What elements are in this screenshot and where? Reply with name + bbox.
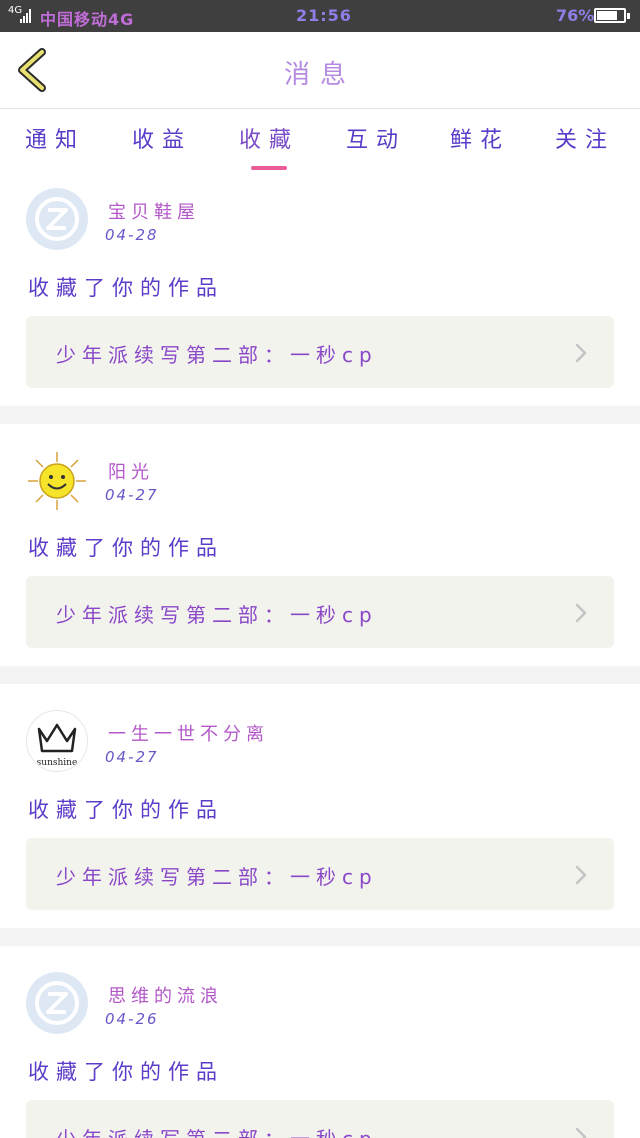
avatar-text: sunshine xyxy=(37,758,78,768)
work-link[interactable]: 少年派续写第二部：一秒cp xyxy=(26,316,614,388)
tab-label: 互动 xyxy=(345,128,406,153)
message-date: 04-27 xyxy=(105,486,159,504)
action-text: 收藏了你的作品 xyxy=(28,798,224,822)
divider xyxy=(0,928,640,946)
battery-icon xyxy=(594,8,630,23)
work-title: 少年派续写第二部：一秒cp xyxy=(56,343,378,367)
action-text: 收藏了你的作品 xyxy=(28,536,224,560)
list-item: sunshine 一生一世不分离 04-27 收藏了你的作品 少年派续写第二部：… xyxy=(0,684,640,928)
tab-notifications[interactable]: 通知 xyxy=(20,122,90,154)
tab-label: 收益 xyxy=(131,128,192,153)
signal-icon xyxy=(20,7,32,23)
chevron-right-icon xyxy=(575,865,587,885)
page-title: 消息 xyxy=(283,60,356,90)
tab-bar: 通知 收益 收藏 互动 鲜花 关注 xyxy=(0,110,640,170)
status-bar: 4G 中国移动4G 21:56 76% xyxy=(0,0,640,32)
default-avatar-icon[interactable] xyxy=(26,972,88,1034)
username[interactable]: 宝贝鞋屋 xyxy=(108,198,200,224)
list-item: 思维的流浪 04-26 收藏了你的作品 少年派续写第二部：一秒cp xyxy=(0,946,640,1138)
message-date: 04-27 xyxy=(105,748,159,766)
work-title: 少年派续写第二部：一秒cp xyxy=(56,603,378,627)
work-link[interactable]: 少年派续写第二部：一秒cp xyxy=(26,838,614,910)
tab-label: 关注 xyxy=(554,128,615,153)
nav-bar: 消息 xyxy=(0,32,640,109)
crown-avatar-icon[interactable]: sunshine xyxy=(26,710,88,772)
work-link[interactable]: 少年派续写第二部：一秒cp xyxy=(26,576,614,648)
message-date: 04-26 xyxy=(105,1010,159,1028)
divider xyxy=(0,406,640,424)
tab-label: 鲜花 xyxy=(449,128,510,153)
tab-favorites[interactable]: 收藏 xyxy=(234,122,304,170)
message-date: 04-28 xyxy=(105,226,159,244)
action-text: 收藏了你的作品 xyxy=(28,276,224,300)
chevron-right-icon xyxy=(575,343,587,363)
tab-interactions[interactable]: 互动 xyxy=(341,122,411,154)
action-text: 收藏了你的作品 xyxy=(28,1060,224,1084)
chevron-right-icon xyxy=(575,603,587,623)
list-item: 宝贝鞋屋 04-28 收藏了你的作品 少年派续写第二部：一秒cp xyxy=(0,170,640,406)
tab-label: 收藏 xyxy=(238,128,299,153)
carrier-name: 中国移动4G xyxy=(40,10,135,29)
divider xyxy=(0,666,640,684)
tab-label: 通知 xyxy=(24,128,85,153)
tab-following[interactable]: 关注 xyxy=(550,122,620,154)
username[interactable]: 一生一世不分离 xyxy=(108,720,269,746)
list-item: 阳光 04-27 收藏了你的作品 少年派续写第二部：一秒cp xyxy=(0,424,640,666)
sun-avatar-icon[interactable] xyxy=(26,450,88,512)
work-title: 少年派续写第二部：一秒cp xyxy=(56,865,378,889)
clock: 21:56 xyxy=(296,6,352,25)
default-avatar-icon[interactable] xyxy=(26,188,88,250)
battery-percent: 76% xyxy=(556,6,595,25)
tab-earnings[interactable]: 收益 xyxy=(127,122,197,154)
work-link[interactable]: 少年派续写第二部：一秒cp xyxy=(26,1100,614,1138)
username[interactable]: 阳光 xyxy=(108,458,154,484)
tab-flowers[interactable]: 鲜花 xyxy=(445,122,515,154)
work-title: 少年派续写第二部：一秒cp xyxy=(56,1123,378,1138)
username[interactable]: 思维的流浪 xyxy=(108,982,223,1008)
chevron-right-icon xyxy=(575,1127,587,1138)
